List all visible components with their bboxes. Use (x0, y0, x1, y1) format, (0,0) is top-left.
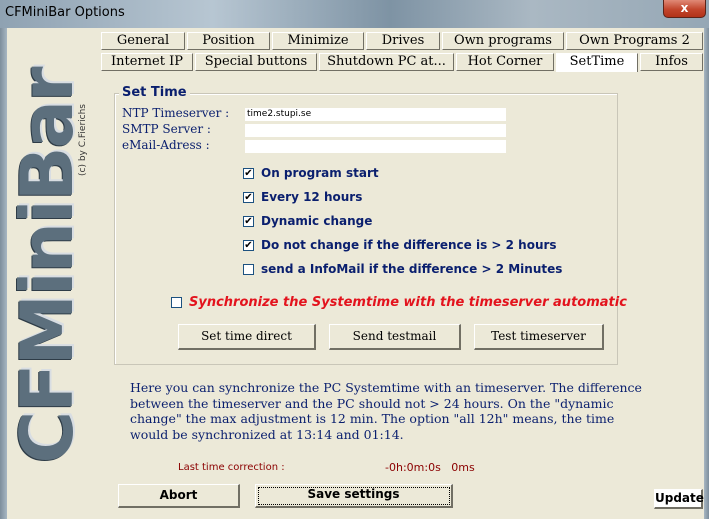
settime-group-title: Set Time (119, 85, 190, 100)
send-testmail-button[interactable]: Send testmail (329, 324, 461, 350)
tab-general[interactable]: General (101, 32, 185, 50)
tab-infos[interactable]: Infos (640, 53, 703, 71)
option-label: Do not change if the difference is > 2 h… (261, 238, 557, 252)
copyright-label: (c) by C.Fierichs (76, 100, 90, 180)
tab-internet-ip[interactable]: Internet IP (101, 53, 193, 71)
copyright-text: (c) by C.Fierichs (78, 104, 88, 176)
test-timeserver-button[interactable]: Test timeserver (474, 324, 604, 350)
email-address-input[interactable] (245, 140, 506, 153)
last-correction-value: -0h:0m:0s 0ms (385, 461, 475, 474)
option-send-infomail[interactable]: send a InfoMail if the difference > 2 Mi… (243, 261, 562, 277)
abort-button[interactable]: Abort (118, 484, 240, 508)
tab-shutdown-pc[interactable]: Shutdown PC at... (319, 53, 454, 71)
option-on-program-start[interactable]: ✔ On program start (243, 165, 379, 181)
sync-automatic-label: Synchronize the Systemtime with the time… (189, 294, 627, 310)
tab-own-programs-2[interactable]: Own Programs 2 (566, 32, 703, 50)
checkbox[interactable] (171, 296, 182, 308)
tab-drives[interactable]: Drives (366, 32, 440, 50)
option-label: Dynamic change (261, 214, 373, 228)
checkbox[interactable]: ✔ (243, 215, 254, 227)
option-every-12-hours[interactable]: ✔ Every 12 hours (243, 189, 362, 205)
smtp-label: SMTP Server : (122, 122, 211, 136)
ntp-timeserver-input[interactable] (245, 108, 506, 121)
window-frame-right (704, 28, 709, 519)
checkbox[interactable] (243, 263, 254, 275)
option-sync-automatic[interactable]: Synchronize the Systemtime with the time… (171, 294, 627, 310)
app-logo: CFMiniBar (5, 68, 89, 463)
option-dynamic-change[interactable]: ✔ Dynamic change (243, 213, 372, 229)
tab-position[interactable]: Position (187, 32, 270, 50)
email-label: eMail-Adress : (122, 138, 210, 152)
tab-own-programs[interactable]: Own programs (442, 32, 564, 50)
tab-settime[interactable]: SetTime (556, 53, 638, 72)
tab-hot-corner[interactable]: Hot Corner (456, 53, 554, 71)
checkbox[interactable]: ✔ (243, 191, 254, 203)
ntp-label: NTP Timeserver : (122, 106, 230, 120)
smtp-server-input[interactable] (245, 124, 506, 137)
set-time-direct-button[interactable]: Set time direct (178, 324, 316, 350)
update-button[interactable]: Update (654, 489, 704, 509)
last-correction-label: Last time correction : (178, 462, 285, 473)
info-text: Here you can synchronize the PC Systemti… (130, 380, 642, 442)
option-label: On program start (261, 166, 379, 180)
tab-minimize[interactable]: Minimize (272, 32, 364, 50)
title-bar: CFMiniBar Options x (0, 0, 709, 28)
option-no-change-over-2h[interactable]: ✔ Do not change if the difference is > 2… (243, 237, 557, 253)
save-settings-button[interactable]: Save settings (255, 484, 453, 508)
option-label: send a InfoMail if the difference > 2 Mi… (261, 262, 563, 276)
checkbox[interactable]: ✔ (243, 167, 254, 179)
tab-special-buttons[interactable]: Special buttons (195, 53, 317, 71)
window-title: CFMiniBar Options (5, 5, 125, 20)
option-label: Every 12 hours (261, 190, 363, 204)
close-button[interactable]: x (663, 0, 706, 18)
checkbox[interactable]: ✔ (243, 239, 254, 251)
